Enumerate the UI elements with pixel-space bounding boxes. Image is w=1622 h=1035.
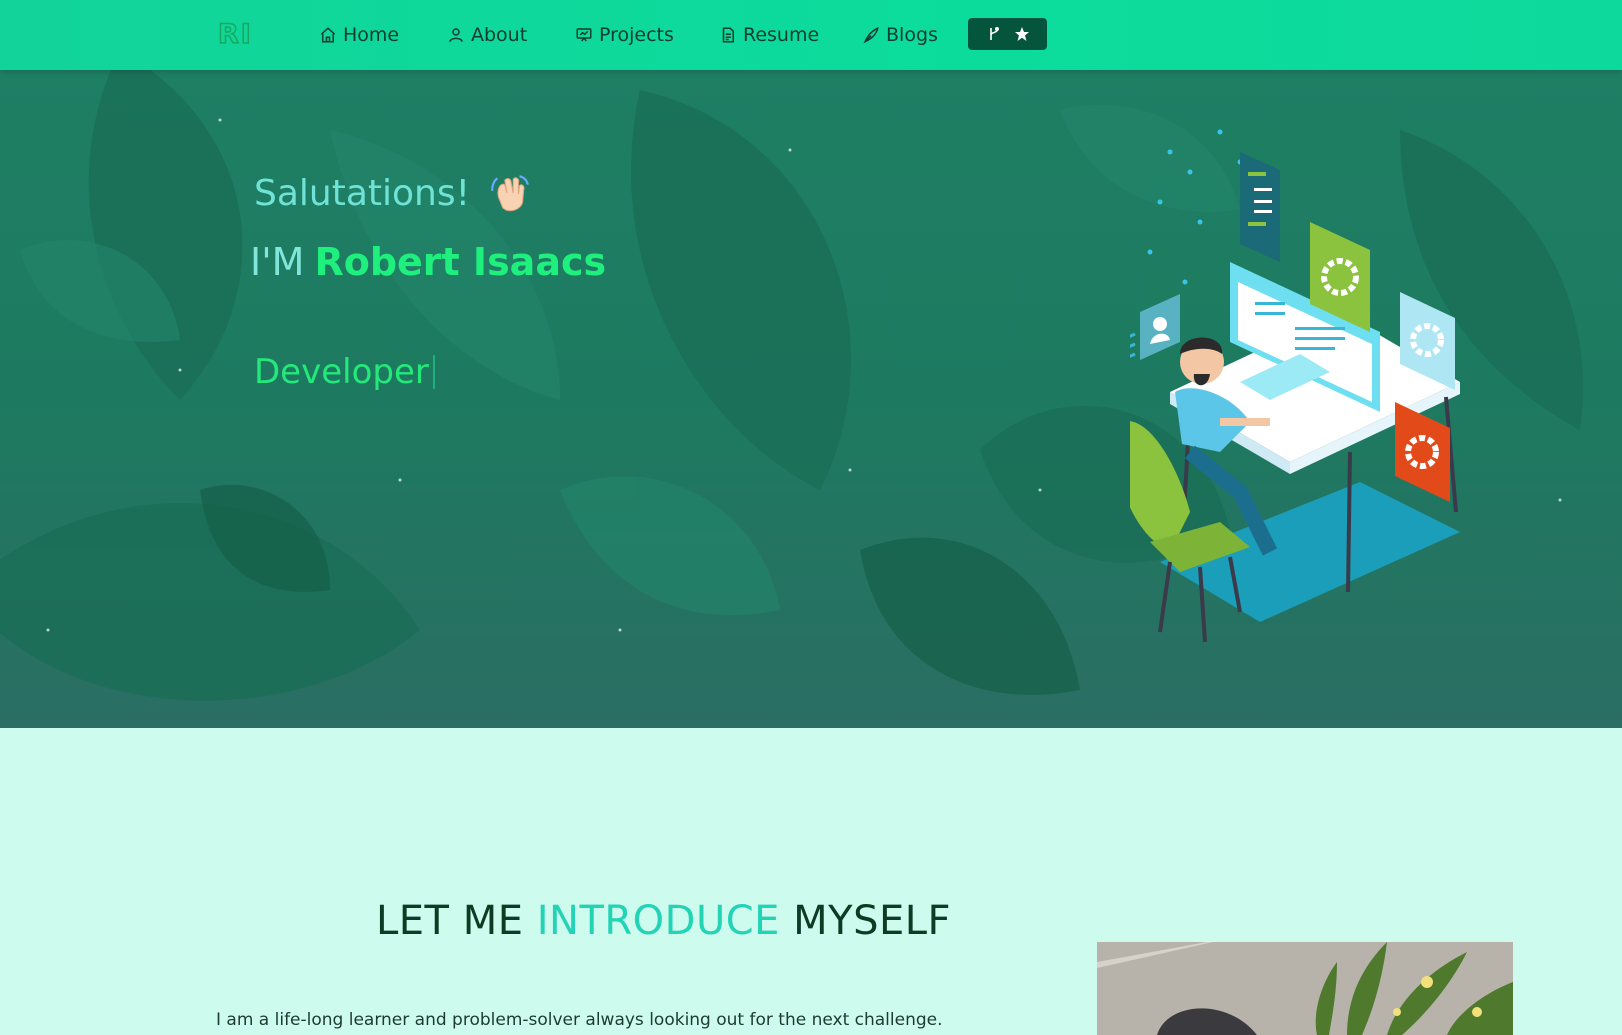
star-icon bbox=[1014, 27, 1029, 41]
document-icon bbox=[722, 27, 734, 43]
profile-photo bbox=[1097, 942, 1513, 1035]
nav-item-label: About bbox=[471, 24, 528, 46]
home-icon bbox=[320, 27, 336, 43]
user-icon bbox=[449, 28, 463, 42]
developer-at-desk-illustration bbox=[1130, 129, 1460, 643]
projects-icon bbox=[576, 28, 592, 42]
about-title-start: LET ME bbox=[376, 898, 524, 944]
about-section-title: LET ME INTRODUCE MYSELF bbox=[376, 898, 951, 944]
about-paragraph: I am a life-long learner and problem-sol… bbox=[216, 1010, 943, 1030]
about-title-accent: INTRODUCE bbox=[536, 898, 780, 944]
nav-item-projects[interactable]: Projects bbox=[575, 20, 674, 50]
intro-prefix: I'M bbox=[250, 240, 305, 284]
fork-icon bbox=[989, 26, 999, 40]
nav-item-home[interactable]: Home bbox=[319, 20, 399, 50]
nav-item-blogs[interactable]: Blogs bbox=[862, 20, 938, 50]
typewriter-text: Developer bbox=[254, 352, 435, 392]
hero-greeting: Salutations! bbox=[254, 172, 530, 214]
github-fork-star-button[interactable] bbox=[968, 18, 1047, 50]
navbar: RI Home About Projects Resume Blogs bbox=[0, 0, 1622, 70]
nav-item-label: Projects bbox=[599, 24, 674, 46]
typed-role: Developer bbox=[254, 352, 429, 392]
greeting-text: Salutations! bbox=[254, 172, 471, 214]
nav-item-label: Home bbox=[343, 24, 400, 46]
hero-intro: I'M Robert Isaacs bbox=[250, 240, 606, 284]
hero-section: Salutations! I'M Robert Isaacs Developer bbox=[0, 70, 1622, 728]
typing-cursor bbox=[432, 355, 435, 389]
nav-item-resume[interactable]: Resume bbox=[719, 20, 819, 50]
about-title-end: MYSELF bbox=[793, 898, 952, 944]
site-logo[interactable]: RI bbox=[217, 20, 253, 49]
photo-content bbox=[1097, 942, 1513, 1035]
hero-name: Robert Isaacs bbox=[314, 240, 607, 284]
nav-item-label: Blogs bbox=[886, 24, 938, 46]
nav-item-label: Resume bbox=[743, 24, 820, 46]
blog-icon bbox=[863, 26, 879, 44]
nav-item-about[interactable]: About bbox=[447, 20, 527, 50]
waving-hand-icon bbox=[491, 175, 529, 212]
